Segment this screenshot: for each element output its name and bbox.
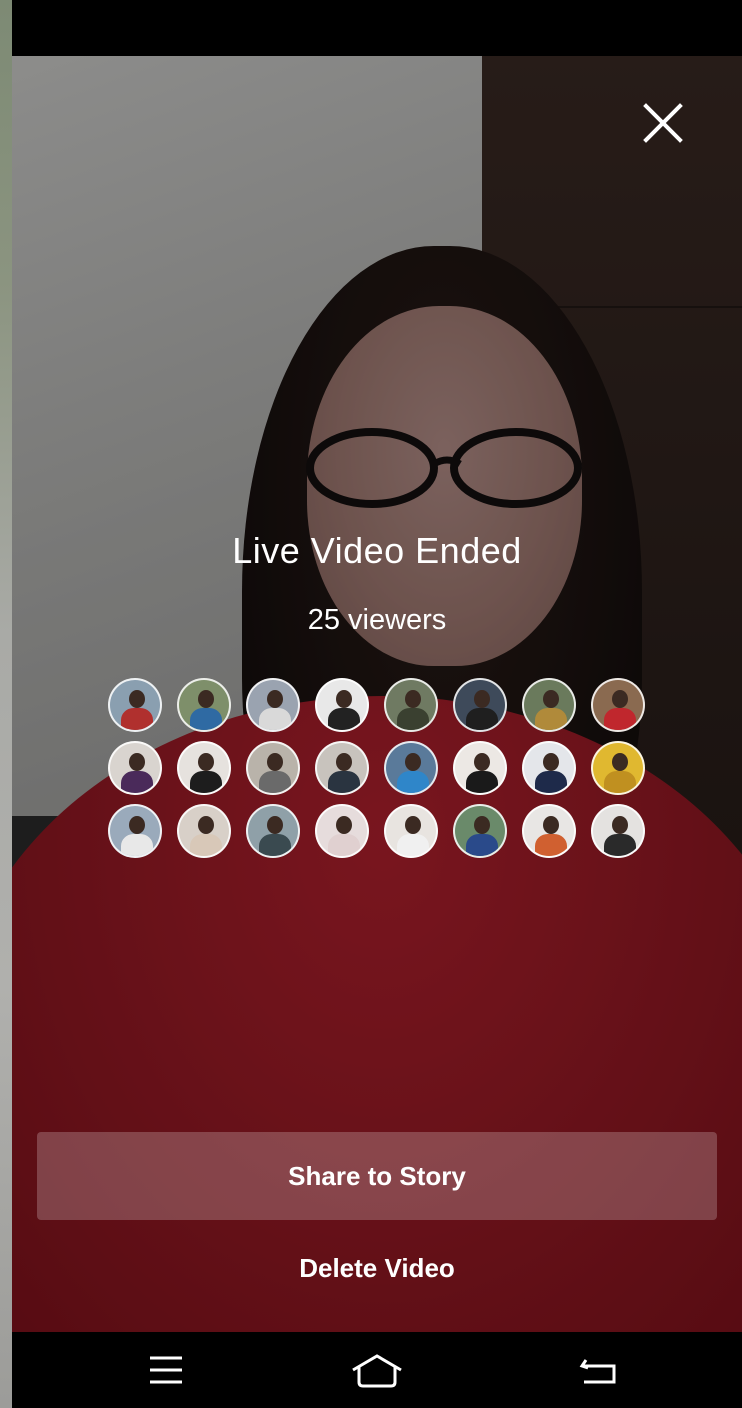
avatar-person-body [397, 708, 429, 730]
avatar-person-head [405, 690, 421, 708]
avatar-person-head [267, 690, 283, 708]
avatar-person-body [328, 708, 360, 730]
viewer-avatar-grid [108, 678, 650, 858]
avatar-person-body [328, 771, 360, 793]
background-edge [0, 0, 12, 1408]
avatar-person-head [474, 690, 490, 708]
menu-nav-button[interactable] [136, 1350, 196, 1390]
avatar-person-head [405, 753, 421, 771]
avatar-person-body [259, 834, 291, 856]
live-ended-title: Live Video Ended [232, 530, 522, 571]
viewer-avatar[interactable] [522, 804, 576, 858]
delete-video-button[interactable]: Delete Video [12, 1246, 742, 1290]
avatar-person-body [121, 771, 153, 793]
avatar-person-head [612, 753, 628, 771]
status-bar [12, 0, 742, 56]
avatar-person-body [535, 708, 567, 730]
avatar-person-head [198, 753, 214, 771]
navigation-bar [12, 1332, 742, 1408]
viewer-avatar[interactable] [315, 678, 369, 732]
avatar-person-body [190, 708, 222, 730]
avatar-person-body [397, 834, 429, 856]
avatar-person-head [612, 690, 628, 708]
avatar-person-body [604, 771, 636, 793]
menu-icon [150, 1356, 182, 1384]
close-icon [643, 103, 683, 143]
avatar-person-head [474, 753, 490, 771]
viewer-avatar[interactable] [177, 804, 231, 858]
avatar-person-head [267, 816, 283, 834]
avatar-person-head [198, 816, 214, 834]
avatar-person-body [190, 834, 222, 856]
avatar-person-body [397, 771, 429, 793]
home-nav-button[interactable] [347, 1350, 407, 1390]
avatar-person-body [190, 771, 222, 793]
viewer-avatar[interactable] [246, 741, 300, 795]
avatar-person-head [336, 816, 352, 834]
avatar-person-head [543, 690, 559, 708]
avatar-person-body [466, 771, 498, 793]
viewer-avatar[interactable] [177, 678, 231, 732]
viewer-avatar[interactable] [591, 678, 645, 732]
viewer-avatar[interactable] [108, 678, 162, 732]
avatar-person-body [328, 834, 360, 856]
viewer-avatar[interactable] [591, 804, 645, 858]
viewer-avatar[interactable] [108, 741, 162, 795]
avatar-person-head [612, 816, 628, 834]
avatar-person-body [535, 771, 567, 793]
home-icon [352, 1354, 402, 1388]
avatar-person-body [259, 771, 291, 793]
viewer-avatar[interactable] [315, 741, 369, 795]
avatar-person-body [535, 834, 567, 856]
viewer-avatar[interactable] [522, 741, 576, 795]
viewer-avatar[interactable] [522, 678, 576, 732]
viewer-avatar[interactable] [453, 804, 507, 858]
viewer-avatar[interactable] [384, 678, 438, 732]
avatar-person-body [121, 708, 153, 730]
viewer-avatar[interactable] [246, 678, 300, 732]
viewer-avatar[interactable] [591, 741, 645, 795]
avatar-person-head [543, 753, 559, 771]
avatar-person-head [129, 753, 145, 771]
avatar-person-head [474, 816, 490, 834]
avatar-person-body [466, 708, 498, 730]
back-icon [579, 1359, 616, 1384]
avatar-person-head [543, 816, 559, 834]
viewer-avatar[interactable] [384, 741, 438, 795]
avatar-person-head [129, 690, 145, 708]
avatar-person-body [466, 834, 498, 856]
avatar-person-body [121, 834, 153, 856]
phone-screen: Live Video Ended 25 viewers Share to Sto… [0, 0, 742, 1408]
avatar-person-head [405, 816, 421, 834]
share-to-story-button[interactable]: Share to Story [37, 1132, 717, 1220]
avatar-person-body [259, 708, 291, 730]
viewer-avatar[interactable] [246, 804, 300, 858]
back-nav-button[interactable] [570, 1350, 630, 1390]
viewer-avatar[interactable] [315, 804, 369, 858]
viewer-avatar[interactable] [177, 741, 231, 795]
avatar-person-head [198, 690, 214, 708]
avatar-person-head [129, 816, 145, 834]
viewer-avatar[interactable] [453, 741, 507, 795]
avatar-person-body [604, 834, 636, 856]
avatar-person-head [336, 753, 352, 771]
close-button[interactable] [640, 100, 686, 146]
viewer-avatar[interactable] [108, 804, 162, 858]
viewer-avatar[interactable] [453, 678, 507, 732]
avatar-person-head [336, 690, 352, 708]
viewer-avatar[interactable] [384, 804, 438, 858]
viewer-count: 25 viewers [307, 604, 447, 636]
avatar-person-body [604, 708, 636, 730]
avatar-person-head [267, 753, 283, 771]
